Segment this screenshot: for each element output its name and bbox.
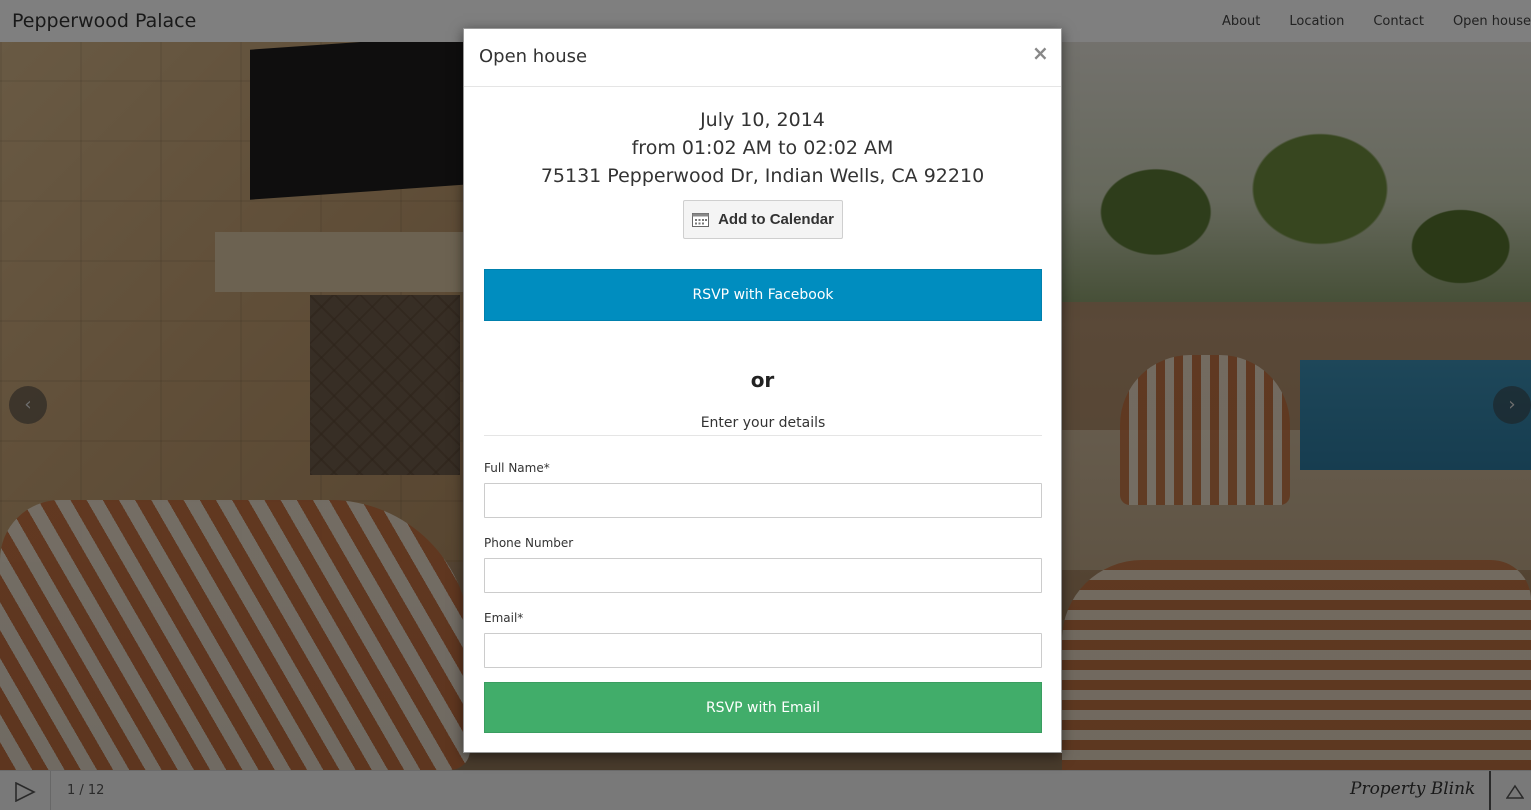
event-info: July 10, 2014 from 01:02 AM to 02:02 AM … [464,106,1061,190]
open-house-modal: Open house × July 10, 2014 from 01:02 AM… [463,28,1062,753]
phone-input[interactable] [484,558,1042,593]
email-label: Email* [484,611,524,625]
or-divider: or [750,368,775,392]
add-to-calendar-button[interactable]: Add to Calendar [683,200,843,239]
event-date: July 10, 2014 [700,109,825,131]
modal-header: Open house × [464,29,1061,87]
calendar-icon [692,213,710,227]
rsvp-facebook-button[interactable]: RSVP with Facebook [484,269,1042,321]
rsvp-email-button[interactable]: RSVP with Email [484,682,1042,733]
add-to-calendar-label: Add to Calendar [718,211,834,228]
full-name-label: Full Name* [484,461,550,475]
event-address: 75131 Pepperwood Dr, Indian Wells, CA 92… [540,165,985,187]
full-name-input[interactable] [484,483,1042,518]
close-icon[interactable]: × [1032,41,1049,65]
details-heading: Enter your details [484,415,1042,436]
email-input[interactable] [484,633,1042,668]
phone-label: Phone Number [484,536,574,550]
event-time: from 01:02 AM to 02:02 AM [631,137,894,159]
modal-title: Open house [479,46,588,67]
